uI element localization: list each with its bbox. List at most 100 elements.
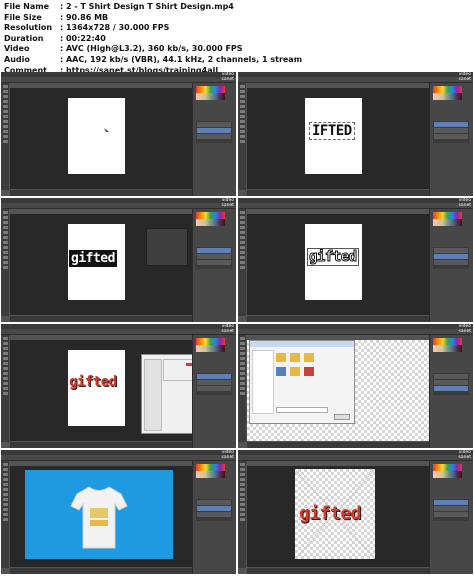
info-value: : AVC (High@L3.2), 360 kb/s, 30.000 FPS <box>60 44 243 54</box>
layers-panel <box>433 247 469 269</box>
right-panels <box>429 335 473 448</box>
artwork-text: gifted <box>307 248 359 266</box>
open-file-dialog[interactable] <box>249 340 355 424</box>
status-bar <box>10 442 192 448</box>
watermark: video sanet <box>458 324 472 334</box>
swatches-panel <box>433 212 462 226</box>
right-panels <box>192 335 236 448</box>
tools-panel <box>1 83 9 190</box>
canvas-area: IFTED <box>247 88 429 189</box>
status-bar <box>10 568 192 574</box>
info-row-file-size: File Size : 90.86 MB <box>4 13 470 24</box>
right-panels <box>429 83 473 196</box>
canvas-area: gifted <box>247 214 429 315</box>
tshirt-image <box>70 486 128 549</box>
canvas-area <box>10 466 192 567</box>
right-panels <box>192 83 236 196</box>
document-canvas: gifted <box>295 469 375 559</box>
swatches-panel <box>196 86 225 100</box>
cursor-icon <box>104 128 109 132</box>
file-info: File Name : 2 - T Shirt Design T Shirt De… <box>4 2 470 76</box>
status-bar <box>10 316 192 322</box>
info-row-audio: Audio : AAC, 192 kb/s (VBR), 44.1 kHz, 2 … <box>4 55 470 66</box>
status-bar <box>247 190 429 196</box>
layers-panel <box>433 373 469 395</box>
info-row-resolution: Resolution : 1364x728 / 30.000 FPS <box>4 23 470 34</box>
info-row-duration: Duration : 00:22:40 <box>4 34 470 45</box>
watermark: video sanet <box>221 198 235 208</box>
status-bar <box>10 190 192 196</box>
right-panels <box>429 209 473 322</box>
swatches-panel <box>196 338 225 352</box>
watermark: video sanet <box>458 450 472 460</box>
info-value: : 1364x728 / 30.000 FPS <box>60 23 170 33</box>
swatches-panel <box>196 212 225 226</box>
thumbnail-1[interactable]: video sanet <box>1 72 236 196</box>
canvas-area: gifted <box>247 466 429 567</box>
tools-panel <box>238 83 246 190</box>
layers-panel <box>196 373 232 395</box>
thumbnail-5[interactable]: gifted video sanet <box>1 324 236 448</box>
artwork-text: gifted <box>299 503 362 524</box>
info-label: Duration <box>4 33 44 43</box>
info-row-file-name: File Name : 2 - T Shirt Design T Shirt De… <box>4 2 470 13</box>
tools-panel <box>238 461 246 568</box>
layers-panel <box>433 121 469 143</box>
layers-panel <box>196 499 232 521</box>
status-bar <box>247 568 429 574</box>
watermark: video sanet <box>458 72 472 82</box>
thumbnail-4[interactable]: gifted video sanet <box>238 198 473 322</box>
watermark: video sanet <box>221 72 235 82</box>
right-panels <box>192 461 236 574</box>
info-label: Resolution <box>4 23 53 33</box>
info-value: : 2 - T Shirt Design T Shirt Design.mp4 <box>60 2 234 11</box>
thumbnail-8[interactable]: gifted video sanet <box>238 450 473 574</box>
watermark: video sanet <box>221 450 235 460</box>
swatches-panel <box>433 464 462 478</box>
document-canvas: gifted <box>68 350 125 426</box>
tools-panel <box>1 461 9 568</box>
info-value: : AAC, 192 kb/s (VBR), 44.1 kHz, 2 chann… <box>60 54 303 64</box>
info-label: File Size <box>4 12 42 22</box>
thumbnail-3[interactable]: gifted video sanet <box>1 198 236 322</box>
info-row-video: Video : AVC (High@L3.2), 360 kb/s, 30.000… <box>4 44 470 55</box>
status-bar <box>247 316 429 322</box>
watermark: video sanet <box>458 198 472 208</box>
document-canvas: gifted <box>305 224 362 300</box>
swatches-panel <box>196 464 225 478</box>
info-label: Audio <box>4 54 30 64</box>
right-panels <box>429 461 473 574</box>
document-canvas: gifted <box>68 224 125 300</box>
layers-panel <box>196 121 232 143</box>
tools-panel <box>238 209 246 316</box>
info-label: File Name <box>4 2 50 11</box>
character-panel <box>146 228 188 266</box>
canvas-area <box>10 88 192 189</box>
tools-panel <box>238 335 246 442</box>
info-value: : 00:22:40 <box>60 33 106 43</box>
canvas-area <box>247 340 429 441</box>
artwork-text: IFTED <box>309 122 355 140</box>
tools-panel <box>1 335 9 442</box>
swatches-panel <box>433 338 462 352</box>
document-canvas <box>68 98 125 174</box>
info-value: : 90.86 MB <box>60 12 109 22</box>
document-canvas: IFTED <box>305 98 362 174</box>
layers-panel <box>196 247 232 269</box>
thumbnail-7[interactable]: video sanet <box>1 450 236 574</box>
watermark: video sanet <box>221 324 235 334</box>
artwork-text: gifted <box>69 374 117 390</box>
canvas-area: gifted <box>10 214 192 315</box>
right-panels <box>192 209 236 322</box>
layers-panel <box>433 499 469 521</box>
mockup-photo <box>25 470 173 559</box>
status-bar <box>247 442 429 448</box>
tools-panel <box>1 209 9 316</box>
canvas-area: gifted <box>10 340 201 441</box>
thumbnail-grid: video sanet IFTED video sanet gifted video… <box>1 72 473 575</box>
thumbnail-6[interactable]: video sanet <box>238 324 473 448</box>
info-label: Video <box>4 44 30 54</box>
thumbnail-2[interactable]: IFTED video sanet <box>238 72 473 196</box>
swatches-panel <box>433 86 462 100</box>
artwork-text: gifted <box>69 250 117 267</box>
